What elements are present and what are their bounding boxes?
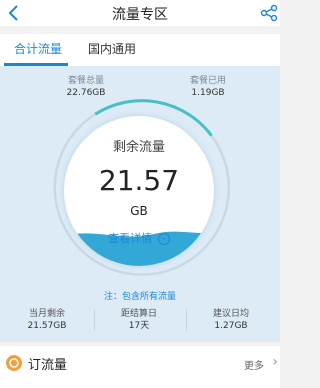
stat-divider xyxy=(186,309,187,331)
monthly-remaining-label: 当月剩余 xyxy=(28,309,65,319)
monthly-remaining-value: 21.57GB xyxy=(27,321,67,331)
suggested-daily-average: 建议日均 1.27GB xyxy=(188,309,274,332)
remaining-label: 剩余流量 xyxy=(112,140,165,155)
remaining-value: 21.57 xyxy=(98,164,180,197)
stat-divider xyxy=(94,309,95,331)
days-to-settlement: 距结算日 17天 xyxy=(96,309,182,332)
suggested-daily-label: 建议日均 xyxy=(212,309,249,319)
days-to-settlement-value: 17天 xyxy=(128,321,150,331)
chevron-right-icon: › xyxy=(272,354,278,370)
remaining-traffic-circle: 剩余流量 21.57 GB 查看详情 › xyxy=(64,116,214,266)
view-details-link[interactable]: 查看详情 › xyxy=(64,230,214,246)
chevron-right-circle-icon: › xyxy=(157,233,170,245)
traffic-note: 注：包含所有流量 xyxy=(103,292,176,302)
remaining-unit: GB xyxy=(130,204,148,218)
order-traffic-label: 订流量 xyxy=(28,358,68,373)
order-traffic-row[interactable]: 订流量 更多 › xyxy=(0,346,280,388)
suggested-daily-value: 1.27GB xyxy=(214,321,248,331)
monthly-remaining: 当月剩余 21.57GB xyxy=(4,309,90,332)
view-details-label: 查看详情 xyxy=(108,232,153,245)
order-icon xyxy=(6,355,22,371)
days-to-settlement-label: 距结算日 xyxy=(120,309,157,319)
more-link[interactable]: 更多 xyxy=(244,357,264,372)
